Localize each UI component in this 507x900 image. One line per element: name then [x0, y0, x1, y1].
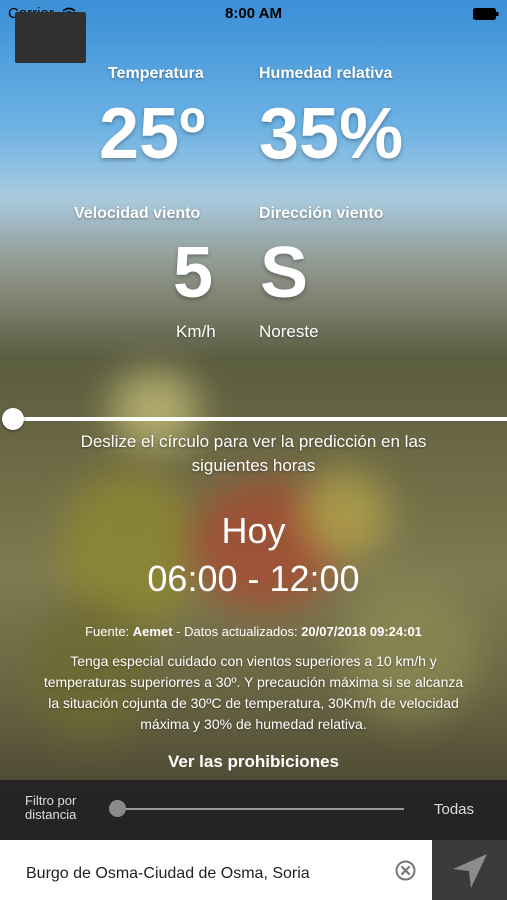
source-name: Aemet — [132, 624, 173, 639]
humidity-value: 35% — [259, 94, 404, 174]
distance-filter-label: Filtro por distancia — [25, 793, 77, 822]
wind-speed-value: 5 — [173, 233, 214, 313]
battery-icon — [473, 8, 499, 20]
forecast-day: Hoy — [221, 510, 286, 551]
location-search-bar[interactable]: Burgo de Osma-Ciudad de Osma, Soria — [0, 840, 432, 900]
forecast-time-range: 06:00 - 12:00 — [147, 558, 360, 599]
forecast-slider-thumb[interactable] — [2, 408, 24, 430]
humidity-label: Humedad relativa — [259, 65, 393, 82]
prohibitions-link[interactable]: Ver las prohibiciones — [0, 752, 507, 772]
navigation-arrow-icon — [453, 854, 487, 888]
distance-filter-value: Todas — [434, 801, 475, 818]
warning-text: Tenga especial cuidado con vientos super… — [43, 653, 464, 732]
wind-direction-value: S — [260, 233, 309, 313]
distance-slider-thumb[interactable] — [109, 800, 126, 817]
clear-icon[interactable] — [395, 860, 416, 881]
wind-direction-unit: Noreste — [259, 322, 319, 341]
temperature-value: 25º — [99, 94, 206, 174]
menu-button[interactable] — [15, 12, 86, 63]
temperature-label: Temperatura — [108, 65, 204, 82]
location-text[interactable]: Burgo de Osma-Ciudad de Osma, Soria — [26, 865, 310, 883]
wind-direction-label: Dirección viento — [259, 205, 384, 222]
distance-slider-track[interactable] — [118, 808, 404, 810]
locate-button[interactable] — [432, 840, 507, 900]
forecast-slider-track[interactable] — [10, 417, 507, 421]
wind-speed-unit: Km/h — [176, 322, 216, 341]
wind-speed-label: Velocidad viento — [74, 205, 201, 222]
source-line: Fuente: Aemet - Datos actualizados: 20/0… — [0, 624, 507, 639]
source-prefix: Fuente: — [85, 624, 130, 639]
distance-filter-bar: Filtro por distancia Todas — [0, 780, 507, 840]
updated-label: - Datos actualizados: — [176, 624, 298, 639]
updated-value: 20/07/2018 09:24:01 — [301, 624, 422, 639]
slider-hint: Deslize el círculo para ver la predicció… — [80, 432, 427, 475]
